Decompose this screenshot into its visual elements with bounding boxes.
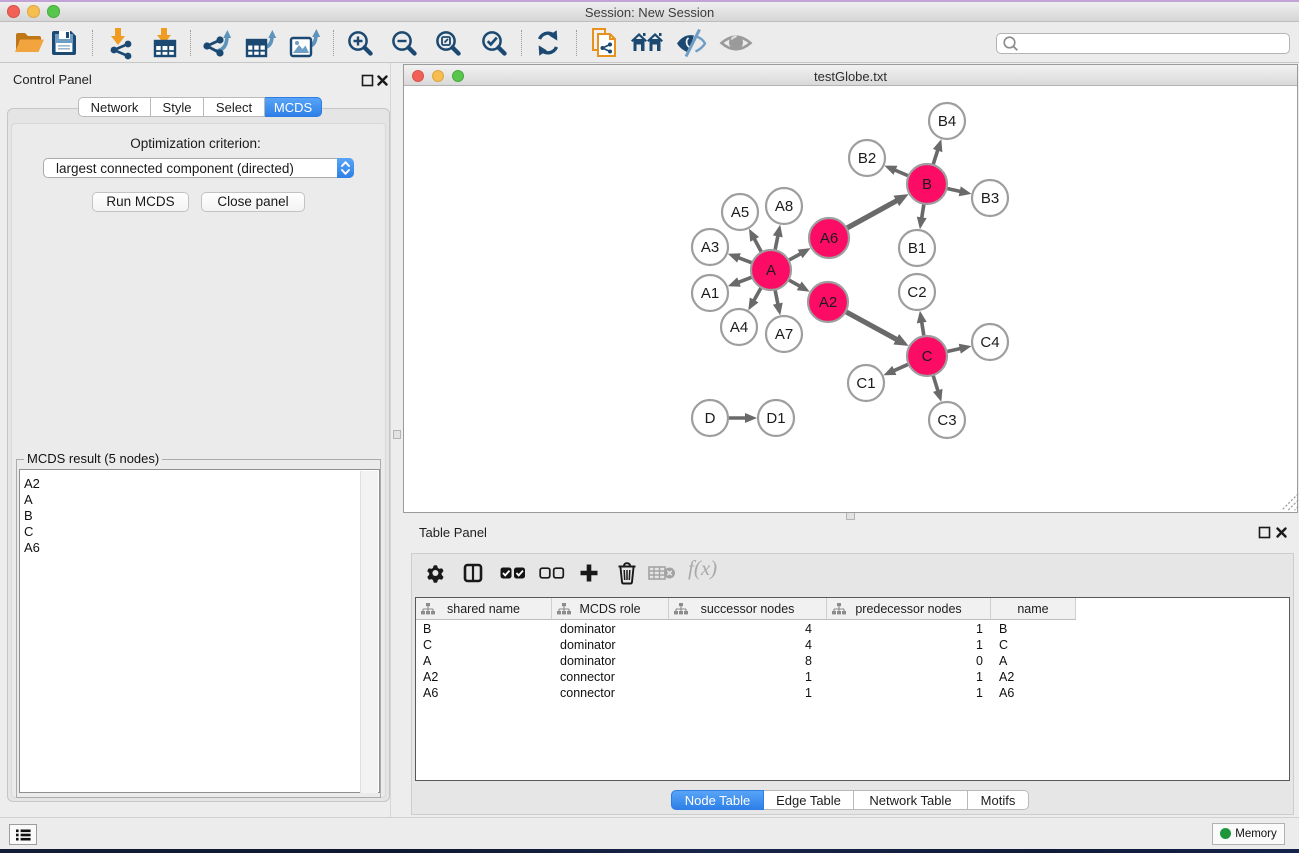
svg-text:B: B xyxy=(922,176,932,193)
svg-text:B2: B2 xyxy=(858,150,876,167)
svg-text:B3: B3 xyxy=(981,190,999,207)
svg-text:A: A xyxy=(766,262,776,279)
svg-text:A2: A2 xyxy=(819,294,837,311)
svg-text:A4: A4 xyxy=(730,319,748,336)
svg-text:A6: A6 xyxy=(820,230,838,247)
svg-text:B4: B4 xyxy=(938,113,956,130)
svg-text:C2: C2 xyxy=(907,284,926,301)
svg-text:B1: B1 xyxy=(908,240,926,257)
svg-text:C1: C1 xyxy=(856,375,875,392)
svg-text:A1: A1 xyxy=(701,285,719,302)
svg-text:A3: A3 xyxy=(701,239,719,256)
svg-text:C3: C3 xyxy=(937,412,956,429)
svg-text:C: C xyxy=(922,348,933,365)
svg-text:A7: A7 xyxy=(775,326,793,343)
svg-text:A8: A8 xyxy=(775,198,793,215)
svg-text:D1: D1 xyxy=(766,410,785,427)
svg-text:D: D xyxy=(705,410,716,427)
svg-text:A5: A5 xyxy=(731,204,749,221)
svg-text:C4: C4 xyxy=(980,334,999,351)
